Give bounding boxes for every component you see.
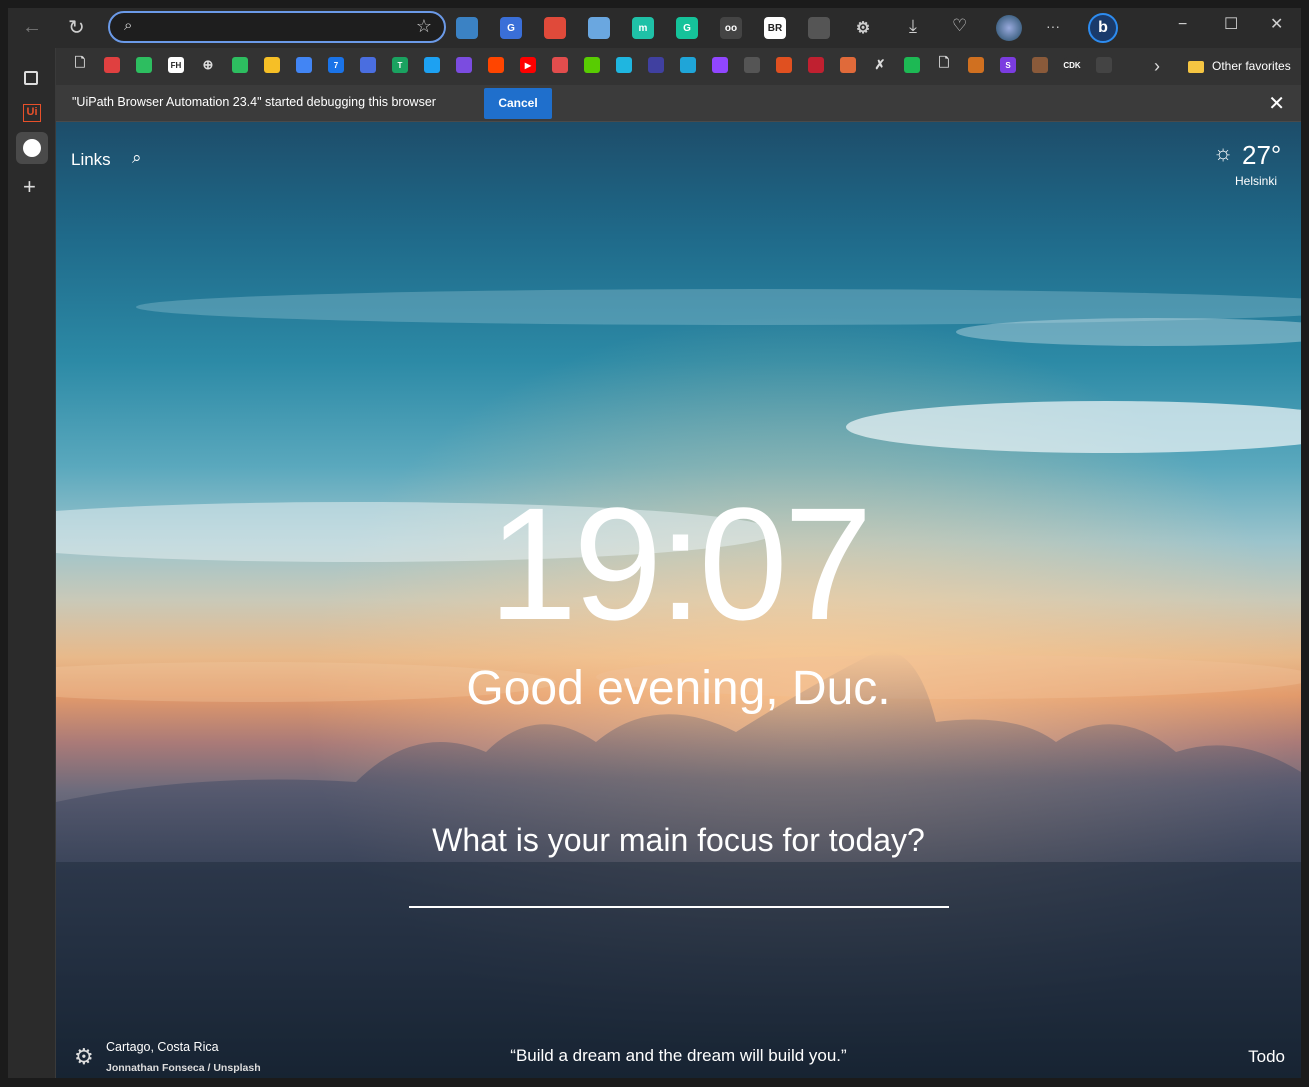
- bookmark-11-icon[interactable]: T: [392, 57, 408, 73]
- bookmark-16-icon[interactable]: [552, 57, 568, 73]
- tab-actions-icon[interactable]: [24, 71, 38, 85]
- infobar-message: "UiPath Browser Automation 23.4" started…: [72, 95, 436, 109]
- focus-prompt: What is your main focus for today?: [432, 822, 925, 858]
- downloads-icon[interactable]: ⤓: [909, 16, 917, 37]
- bookmark-spotify-icon[interactable]: [904, 57, 920, 73]
- vertical-tab-sidebar: Ui +: [8, 48, 56, 1078]
- ext-3-icon[interactable]: [544, 17, 566, 39]
- more-icon[interactable]: ···: [1046, 18, 1060, 34]
- bookmark-19-icon[interactable]: [648, 57, 664, 73]
- bookmark-docs-icon[interactable]: [296, 57, 312, 73]
- new-tab-plus-icon[interactable]: +: [23, 174, 36, 200]
- ext-grammarly-icon[interactable]: G: [676, 17, 698, 39]
- bookmark-evernote-icon[interactable]: [136, 57, 152, 73]
- search-icon: ⌕: [124, 17, 133, 34]
- health-icon[interactable]: ♡: [952, 16, 967, 36]
- bookmark-twitch-icon[interactable]: [712, 57, 728, 73]
- bookmark-messenger-icon[interactable]: [456, 57, 472, 73]
- bookmark-keep-icon[interactable]: [264, 57, 280, 73]
- close-window-icon[interactable]: ✕: [1270, 14, 1283, 34]
- bookmark-20-icon[interactable]: [680, 57, 696, 73]
- bookmark-2-icon[interactable]: [104, 57, 120, 73]
- bookmark-youtube-icon[interactable]: ▶: [520, 57, 536, 73]
- bookmark-33-icon[interactable]: [1096, 57, 1112, 73]
- ext-7-icon[interactable]: oo: [720, 17, 742, 39]
- profile-avatar[interactable]: [996, 15, 1022, 41]
- greeting: Good evening, Duc.: [466, 662, 891, 715]
- uipath-tab[interactable]: Ui: [23, 104, 41, 122]
- bookmark-twitter-icon[interactable]: [424, 57, 440, 73]
- quote[interactable]: “Build a dream and the dream will build …: [56, 1046, 1301, 1066]
- favorites-bar: 🗋 FH ⊕ 7 T ▶ ✗ 🗋 S CDK › Other favorites: [56, 48, 1301, 85]
- search-icon[interactable]: ⌕: [132, 148, 142, 168]
- bing-icon[interactable]: b: [1088, 13, 1118, 43]
- links-button[interactable]: Links: [71, 150, 111, 170]
- ext-m-icon[interactable]: m: [632, 17, 654, 39]
- ext-br-icon[interactable]: BR: [764, 17, 786, 39]
- bookmark-22-icon[interactable]: [744, 57, 760, 73]
- debugging-infobar: "UiPath Browser Automation 23.4" started…: [56, 85, 1301, 122]
- active-tab-icon: [23, 139, 41, 157]
- bookmark-page-icon[interactable]: 🗋: [72, 55, 88, 73]
- bookmark-page-2-icon[interactable]: 🗋: [936, 55, 952, 73]
- address-bar[interactable]: ⌕ ☆: [108, 11, 446, 43]
- address-input[interactable]: [146, 17, 406, 37]
- bookmark-25-icon[interactable]: [840, 57, 856, 73]
- ext-4-icon[interactable]: [588, 17, 610, 39]
- back-icon[interactable]: ←: [22, 16, 42, 39]
- minimize-icon[interactable]: −: [1178, 16, 1187, 34]
- cancel-button[interactable]: Cancel: [484, 88, 552, 119]
- sun-weather-icon: ☼: [1213, 140, 1234, 165]
- bookmark-23-icon[interactable]: [776, 57, 792, 73]
- ext-extensions-icon[interactable]: ⚙: [852, 17, 874, 39]
- refresh-icon[interactable]: ↻: [68, 15, 85, 40]
- ext-1-icon[interactable]: [456, 17, 478, 39]
- weather-city[interactable]: Helsinki: [1235, 174, 1277, 188]
- bookmark-26-icon[interactable]: ✗: [872, 57, 888, 73]
- bookmark-31-icon[interactable]: [1032, 57, 1048, 73]
- bookmark-cdk-icon[interactable]: CDK: [1063, 57, 1081, 73]
- bookmark-18-icon[interactable]: [616, 57, 632, 73]
- bookmark-reddit-icon[interactable]: [488, 57, 504, 73]
- browser-window: ← ↻ ⌕ ☆ Gm Goo BR ⚙ ⤓ ♡ ··· b − ☐ ✕ Ui + 🗋 F…: [8, 8, 1301, 1078]
- maximize-icon[interactable]: ☐: [1224, 14, 1238, 34]
- title-bar: ← ↻ ⌕ ☆ Gm Goo BR ⚙ ⤓ ♡ ··· b − ☐ ✕: [8, 8, 1301, 48]
- clock: 19:07: [488, 474, 872, 653]
- todo-button[interactable]: Todo: [1248, 1047, 1285, 1067]
- bookmark-duolingo-icon[interactable]: [584, 57, 600, 73]
- ext-google-translate-icon[interactable]: G: [500, 17, 522, 39]
- bookmark-fh-icon[interactable]: FH: [168, 57, 184, 73]
- other-favorites-folder[interactable]: Other favorites: [1212, 59, 1291, 73]
- weather-temperature[interactable]: 27°: [1242, 140, 1281, 171]
- ext-9-icon[interactable]: [808, 17, 830, 39]
- bookmark-calendar-icon[interactable]: 7: [328, 57, 344, 73]
- bookmark-nyt-icon[interactable]: [360, 57, 376, 73]
- bookmark-5-icon[interactable]: ⊕: [200, 57, 216, 73]
- infobar-close-icon[interactable]: ✕: [1268, 91, 1285, 116]
- focus-input[interactable]: [409, 862, 949, 908]
- bookmark-evernote-2-icon[interactable]: [232, 57, 248, 73]
- momentum-new-tab-page: Links ⌕ ☼ 27° Helsinki 19:07 Good evenin…: [56, 122, 1301, 1078]
- bookmark-24-icon[interactable]: [808, 57, 824, 73]
- bookmark-s-icon[interactable]: S: [1000, 57, 1016, 73]
- bookmark-29-icon[interactable]: [968, 57, 984, 73]
- favorite-star-icon[interactable]: ☆: [416, 16, 432, 37]
- folder-icon: [1188, 61, 1204, 73]
- bookmarks-overflow-chevron-icon[interactable]: ›: [1154, 56, 1160, 77]
